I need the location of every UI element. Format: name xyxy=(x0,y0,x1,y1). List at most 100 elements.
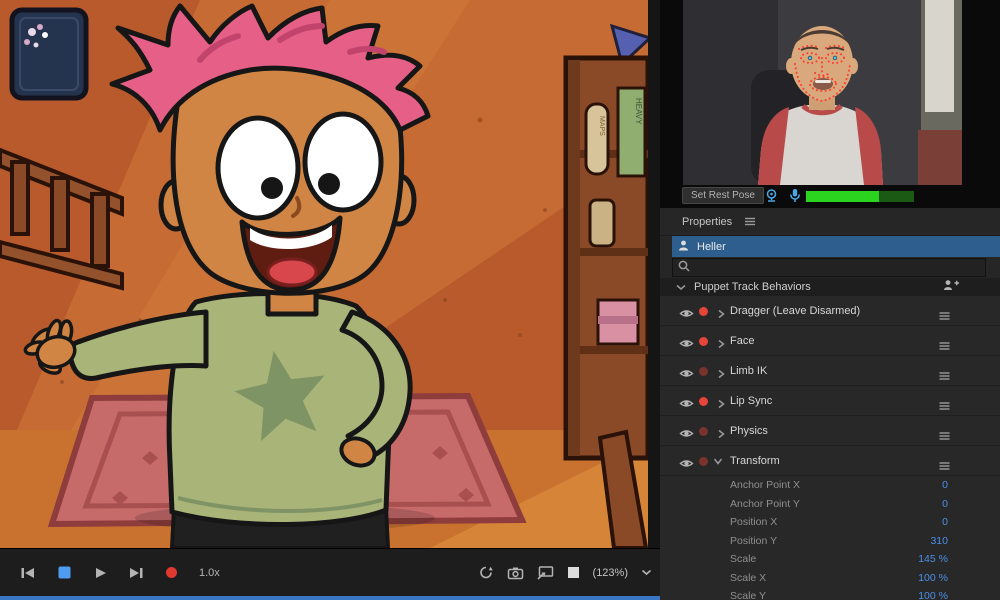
arm-dot-icon[interactable] xyxy=(699,367,708,376)
search-box xyxy=(672,258,986,277)
property-value[interactable]: 100 % xyxy=(918,590,948,600)
behavior-name: Physics xyxy=(730,425,768,437)
property-label: Anchor Point X xyxy=(730,479,800,491)
character-animator-window: MAPS HEAVY xyxy=(0,0,1000,600)
property-row: Scale Y 100 % xyxy=(660,587,1000,600)
property-row: Position X 0 xyxy=(660,513,1000,532)
property-value[interactable]: 310 xyxy=(930,535,948,547)
playback-speed[interactable]: 1.0x xyxy=(199,567,220,579)
property-label: Anchor Point Y xyxy=(730,498,800,510)
property-value[interactable]: 0 xyxy=(942,498,948,510)
webcam-feed xyxy=(683,0,962,185)
record-icon[interactable] xyxy=(165,566,178,579)
row-menu-icon[interactable] xyxy=(939,367,950,385)
scene-artwork: MAPS HEAVY xyxy=(0,0,648,548)
window xyxy=(12,10,86,98)
transform-properties: Anchor Point X 0 Anchor Point Y 0 Positi… xyxy=(660,476,1000,600)
arm-dot-icon[interactable] xyxy=(699,427,708,436)
behavior-row-dragger[interactable]: Dragger (Leave Disarmed) xyxy=(660,296,1000,326)
row-menu-icon[interactable] xyxy=(939,457,950,475)
property-label: Position X xyxy=(730,516,777,528)
behavior-row-lip-sync[interactable]: Lip Sync xyxy=(660,386,1000,416)
behavior-name: Limb IK xyxy=(730,365,767,377)
eye-visibility-icon[interactable] xyxy=(679,456,694,474)
section-title: Puppet Track Behaviors xyxy=(694,281,811,293)
scroll-label: MAPS xyxy=(598,116,605,136)
chevron-expand-icon[interactable] xyxy=(708,456,726,466)
eye-visibility-icon[interactable] xyxy=(679,306,694,324)
webcam-toggle-icon[interactable] xyxy=(764,189,779,207)
behavior-name: Face xyxy=(730,335,754,347)
snapshot-camera-icon[interactable] xyxy=(507,566,524,580)
eye-visibility-icon[interactable] xyxy=(679,396,694,414)
loop-playback-icon[interactable] xyxy=(478,565,494,580)
play-icon[interactable] xyxy=(93,566,107,580)
arm-dot-icon[interactable] xyxy=(699,337,708,346)
arm-dot-icon[interactable] xyxy=(699,307,708,316)
camera-controls: Set Rest Pose xyxy=(660,186,1000,208)
panel-menu-icon[interactable] xyxy=(744,213,756,231)
scroll xyxy=(586,104,608,174)
book-label: HEAVY xyxy=(634,98,643,125)
behavior-name: Lip Sync xyxy=(730,395,772,407)
add-behavior-person-plus-icon[interactable] xyxy=(943,278,960,296)
section-puppet-track-behaviors[interactable]: Puppet Track Behaviors xyxy=(660,278,1000,296)
property-value[interactable]: 145 % xyxy=(918,553,948,565)
transport-bar: 1.0x (123%) xyxy=(0,548,660,596)
arm-dot-icon[interactable] xyxy=(699,457,708,466)
eye-visibility-icon[interactable] xyxy=(679,366,694,384)
property-row: Scale 145 % xyxy=(660,550,1000,569)
set-rest-pose-button[interactable]: Set Rest Pose xyxy=(682,187,764,204)
property-row: Position Y 310 xyxy=(660,532,1000,551)
puppet-name: Heller xyxy=(697,241,726,253)
row-menu-icon[interactable] xyxy=(939,307,950,325)
row-menu-icon[interactable] xyxy=(939,397,950,415)
panel-divider xyxy=(648,0,660,600)
chevron-right-icon[interactable] xyxy=(716,306,726,324)
microphone-toggle-icon[interactable] xyxy=(789,188,801,208)
behavior-row-face[interactable]: Face xyxy=(660,326,1000,356)
chevron-right-icon[interactable] xyxy=(716,426,726,444)
behavior-name: Transform xyxy=(730,455,780,467)
property-label: Scale X xyxy=(730,572,766,584)
zoom-chevron-down-icon[interactable] xyxy=(641,569,652,576)
property-label: Scale Y xyxy=(730,590,766,600)
send-to-device-icon[interactable] xyxy=(537,565,554,580)
solid-square-icon[interactable] xyxy=(567,566,580,579)
arm-dot-icon[interactable] xyxy=(699,397,708,406)
section-chevron-down-icon[interactable] xyxy=(676,278,686,296)
property-value[interactable]: 0 xyxy=(942,516,948,528)
behavior-row-physics[interactable]: Physics xyxy=(660,416,1000,446)
properties-title: Properties xyxy=(682,216,732,228)
property-row: Scale X 100 % xyxy=(660,569,1000,588)
selected-puppet-row[interactable]: Heller xyxy=(672,236,1000,257)
property-row: Anchor Point Y 0 xyxy=(660,495,1000,514)
search-input[interactable] xyxy=(695,262,965,274)
row-menu-icon[interactable] xyxy=(939,427,950,445)
properties-panel: Properties Heller Puppet Track Behaviors xyxy=(660,208,1000,600)
property-label: Position Y xyxy=(730,535,777,547)
camera-panel: Set Rest Pose xyxy=(660,0,1000,208)
chevron-right-icon[interactable] xyxy=(716,366,726,384)
properties-header: Properties xyxy=(660,208,1000,236)
chevron-right-icon[interactable] xyxy=(716,396,726,414)
previous-frame-icon[interactable] xyxy=(20,566,36,580)
property-value[interactable]: 100 % xyxy=(918,572,948,584)
behavior-row-limb-ik[interactable]: Limb IK xyxy=(660,356,1000,386)
audio-level-meter xyxy=(806,191,914,202)
behavior-name: Dragger (Leave Disarmed) xyxy=(730,305,860,317)
right-panel: Set Rest Pose Properties Heller xyxy=(660,0,1000,600)
behavior-row-transform[interactable]: Transform xyxy=(660,446,1000,476)
row-menu-icon[interactable] xyxy=(939,337,950,355)
eye-visibility-icon[interactable] xyxy=(679,426,694,444)
stop-icon[interactable] xyxy=(57,565,72,580)
search-magnifier-icon xyxy=(678,259,690,277)
zoom-level[interactable]: (123%) xyxy=(593,567,628,579)
chevron-right-icon[interactable] xyxy=(716,336,726,354)
behavior-list: Dragger (Leave Disarmed) Face Limb IK xyxy=(660,296,1000,476)
property-value[interactable]: 0 xyxy=(942,479,948,491)
scene-viewport[interactable]: MAPS HEAVY xyxy=(0,0,648,548)
next-frame-icon[interactable] xyxy=(128,566,144,580)
bookshelf: MAPS HEAVY xyxy=(566,58,648,458)
eye-visibility-icon[interactable] xyxy=(679,336,694,354)
